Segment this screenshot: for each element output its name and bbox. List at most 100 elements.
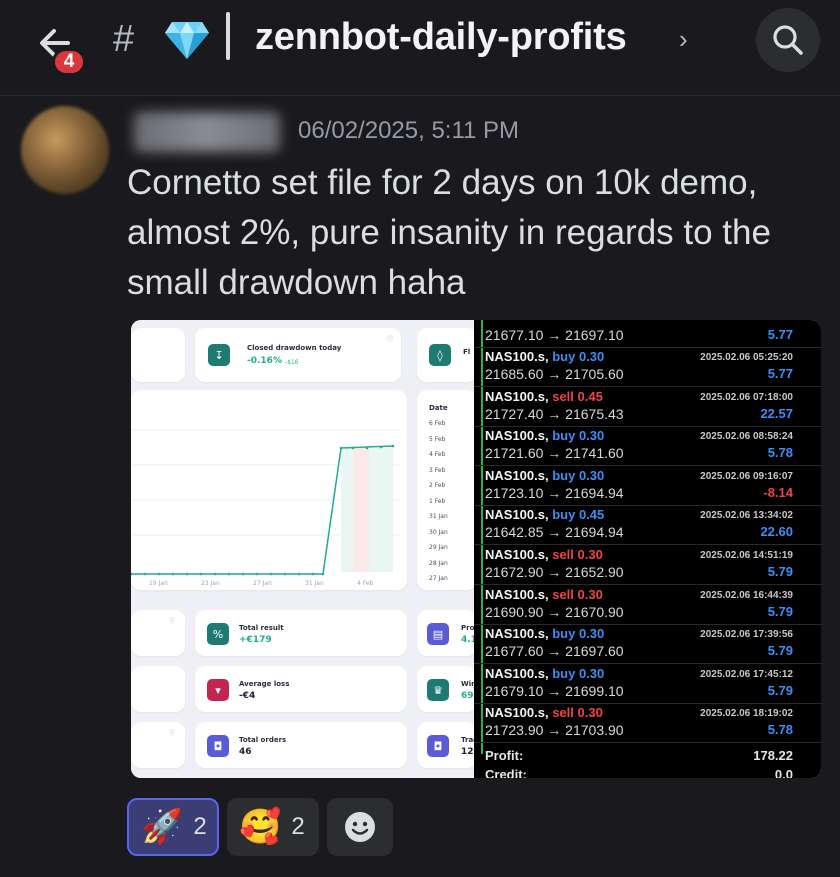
trade-price: 21679.10 → 21699.10 xyxy=(485,682,624,699)
search-icon xyxy=(773,25,803,55)
date-row: 1 Feb xyxy=(429,497,446,505)
trade-symbol-text: NAS100.s, xyxy=(485,507,549,523)
bag-icon: ◘ xyxy=(207,735,229,757)
total-orders-card: ◘ Total orders 46 xyxy=(195,722,407,768)
trade-row: NAS100.s, sell 0.30 2025.02.06 16:44:39 21… xyxy=(474,585,821,625)
x-tick: 19 Jan xyxy=(149,580,168,587)
trade-datetime: 2025.02.06 14:51:19 xyxy=(700,550,793,561)
trade-pl: 5.77 xyxy=(767,327,793,342)
trade-pl: 5.78 xyxy=(767,445,793,461)
trade-symbol-text: NAS100.s, xyxy=(485,428,549,444)
trophy-icon: ♛ xyxy=(427,679,449,701)
trade-price: 21727.40 → 21675.43 xyxy=(485,405,624,422)
x-tick: 4 Feb xyxy=(357,580,374,587)
trade-pl: 5.77 xyxy=(767,366,793,381)
trades-value-partial: 12 xyxy=(461,747,474,757)
channel-title[interactable]: zennbot-daily-profits xyxy=(255,16,627,59)
reaction-rocket[interactable]: 🚀 2 xyxy=(127,798,219,856)
average-loss-card: ▾ Average loss -€4 xyxy=(195,666,407,712)
document-icon: ▤ xyxy=(427,623,449,645)
credit-label: Credit: xyxy=(485,767,527,778)
trade-symbol: NAS100.s, sell 0.45 xyxy=(485,389,603,404)
trade-row: NAS100.s, sell 0.30 2025.02.06 14:51:19 21… xyxy=(474,545,821,585)
search-button[interactable] xyxy=(756,8,820,72)
trade-price: 21690.90 → 21670.90 xyxy=(485,603,624,620)
date-row: 28 Jan xyxy=(429,559,448,567)
trade-pl: -8.14 xyxy=(763,484,793,500)
equity-chart-card: 19 Jan 23 Jan 27 Jan 31 Jan 4 Feb xyxy=(131,390,407,590)
trade-symbol-text: NAS100.s, xyxy=(485,547,549,562)
date-row: 4 Feb xyxy=(429,451,446,458)
equity-chart xyxy=(131,429,401,576)
trade-pl: 5.79 xyxy=(767,682,793,698)
trade-datetime: 2025.02.06 17:39:56 xyxy=(700,629,793,641)
date-row: 3 Feb xyxy=(429,466,446,474)
date-row: 5 Feb xyxy=(429,435,446,443)
trade-datetime: 2025.02.06 07:18:00 xyxy=(700,391,793,403)
trade-datetime: 2025.02.06 18:19:02 xyxy=(700,708,793,720)
trade-datetime: 2025.02.06 05:25:20 xyxy=(700,352,793,363)
trade-symbol-text: NAS100.s, xyxy=(485,586,549,602)
total-result-label: Total result xyxy=(239,624,284,632)
trade-datetime: 2025.02.06 13:34:02 xyxy=(700,510,793,522)
trade-direction: sell xyxy=(552,388,574,404)
gem-icon xyxy=(164,20,210,65)
trade-datetime: 2025.02.06 09:16:07 xyxy=(700,470,793,482)
reaction-count: 2 xyxy=(193,813,207,840)
trade-symbol: NAS100.s, sell 0.30 xyxy=(485,705,603,720)
trade-symbol-text: NAS100.s, xyxy=(485,705,549,721)
trade-symbol-text: NAS100.s, xyxy=(485,388,549,404)
trade-symbol: NAS100.s, buy 0.30 xyxy=(485,349,604,364)
trade-lots: 0.30 xyxy=(578,428,605,444)
trade-lots: 0.45 xyxy=(577,388,603,404)
drop-icon: ◊ xyxy=(429,344,451,366)
trade-symbol: NAS100.s, sell 0.30 xyxy=(485,547,603,562)
x-tick: 23 Jan xyxy=(201,580,220,587)
info-icon: ⓘ xyxy=(169,618,176,625)
trade-symbol: NAS100.s, sell 0.30 xyxy=(485,587,603,602)
reaction-smiling-hearts[interactable]: 🥰 2 xyxy=(227,798,319,856)
trade-pl: 5.78 xyxy=(767,722,793,738)
trade-row: NAS100.s, buy 0.30 2025.02.06 08:58:24 217… xyxy=(474,426,821,467)
add-reaction-icon xyxy=(345,812,375,842)
date-row: 27 Jan xyxy=(429,575,448,582)
closed-drawdown-label: Closed drawdown today xyxy=(247,344,342,352)
trade-row: NAS100.s, buy 0.30 2025.02.06 17:45:12 216… xyxy=(474,664,821,704)
profit-label: Profit: xyxy=(485,748,524,763)
username-blurred[interactable] xyxy=(134,112,280,152)
trade-direction: buy xyxy=(552,665,576,681)
trade-direction: buy xyxy=(552,349,576,364)
chevron-right-icon[interactable]: › xyxy=(679,24,688,55)
trade-symbol-text: NAS100.s, xyxy=(485,626,549,642)
closed-drawdown-value: -0.16% xyxy=(247,356,282,366)
trade-row: 21677.10 → 21697.10 5.77 xyxy=(474,320,821,348)
separator xyxy=(226,12,230,60)
win-value-partial: 69 xyxy=(461,691,474,701)
total-result-value: +€179 xyxy=(239,635,272,645)
profit-value: 178.22 xyxy=(753,748,793,763)
channel-hash-icon: # xyxy=(113,18,135,60)
date-row: 6 Feb xyxy=(429,420,446,427)
x-tick: 27 Jan xyxy=(253,580,272,587)
image-attachment[interactable]: ↧ Closed drawdown today -0.16% -$16 ⓘ ◊ … xyxy=(131,320,821,778)
avatar[interactable] xyxy=(21,106,109,194)
fl-label-partial: Fl xyxy=(463,348,471,356)
percent-icon: % xyxy=(207,623,229,645)
total-result-card: % Total result +€179 xyxy=(195,610,407,656)
date-row: 2 Feb xyxy=(429,482,446,489)
trade-symbol-text: NAS100.s, xyxy=(485,467,549,483)
trade-row: NAS100.s, buy 0.45 2025.02.06 13:34:02 216… xyxy=(474,505,821,546)
average-loss-value: -€4 xyxy=(239,691,256,701)
trade-direction: buy xyxy=(552,626,576,642)
average-loss-label: Average loss xyxy=(239,680,290,688)
dashboard-screenshot: ↧ Closed drawdown today -0.16% -$16 ⓘ ◊ … xyxy=(131,320,478,778)
trade-price: 21677.10 → 21697.10 xyxy=(485,327,624,343)
add-reaction-button[interactable] xyxy=(327,798,393,856)
trade-lots: 0.30 xyxy=(578,349,605,364)
caret-down-icon: ▾ xyxy=(207,679,229,701)
notification-badge: 4 xyxy=(52,48,86,76)
trade-direction: buy xyxy=(552,507,576,523)
trade-symbol-text: NAS100.s, xyxy=(485,349,549,364)
trade-price: 21685.60 → 21705.60 xyxy=(485,366,624,382)
trade-direction: sell xyxy=(552,547,574,562)
